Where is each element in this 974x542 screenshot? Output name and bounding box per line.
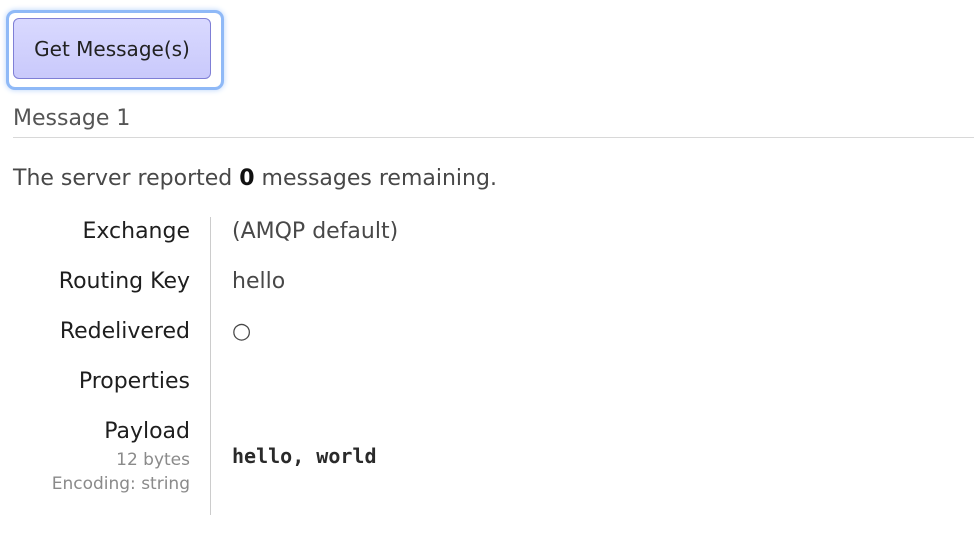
exchange-label: Exchange — [82, 219, 191, 244]
message-viewer: Get Message(s) Message 1 The server repo… — [0, 0, 974, 542]
server-status-text: The server reported 0 messages remaining… — [13, 166, 497, 191]
exchange-value: (AMQP default) — [232, 219, 399, 244]
properties-label: Properties — [78, 369, 190, 394]
get-messages-button[interactable]: Get Message(s) — [13, 18, 211, 79]
redelivered-value: ○ — [232, 319, 252, 344]
message-heading: Message 1 — [13, 106, 131, 131]
payload-value: hello, world — [232, 444, 377, 468]
field-column-divider — [210, 217, 211, 515]
payload-size: 12 bytes — [116, 450, 190, 470]
payload-label: Payload — [104, 419, 190, 444]
heading-divider — [13, 137, 974, 138]
routing-key-value: hello — [232, 269, 286, 294]
payload-encoding: Encoding: string — [51, 474, 190, 494]
routing-key-label: Routing Key — [58, 269, 190, 294]
server-status-prefix: The server reported — [13, 166, 240, 191]
server-status-suffix: messages remaining. — [254, 166, 497, 191]
remaining-count: 0 — [239, 166, 255, 191]
redelivered-label: Redelivered — [59, 319, 190, 344]
